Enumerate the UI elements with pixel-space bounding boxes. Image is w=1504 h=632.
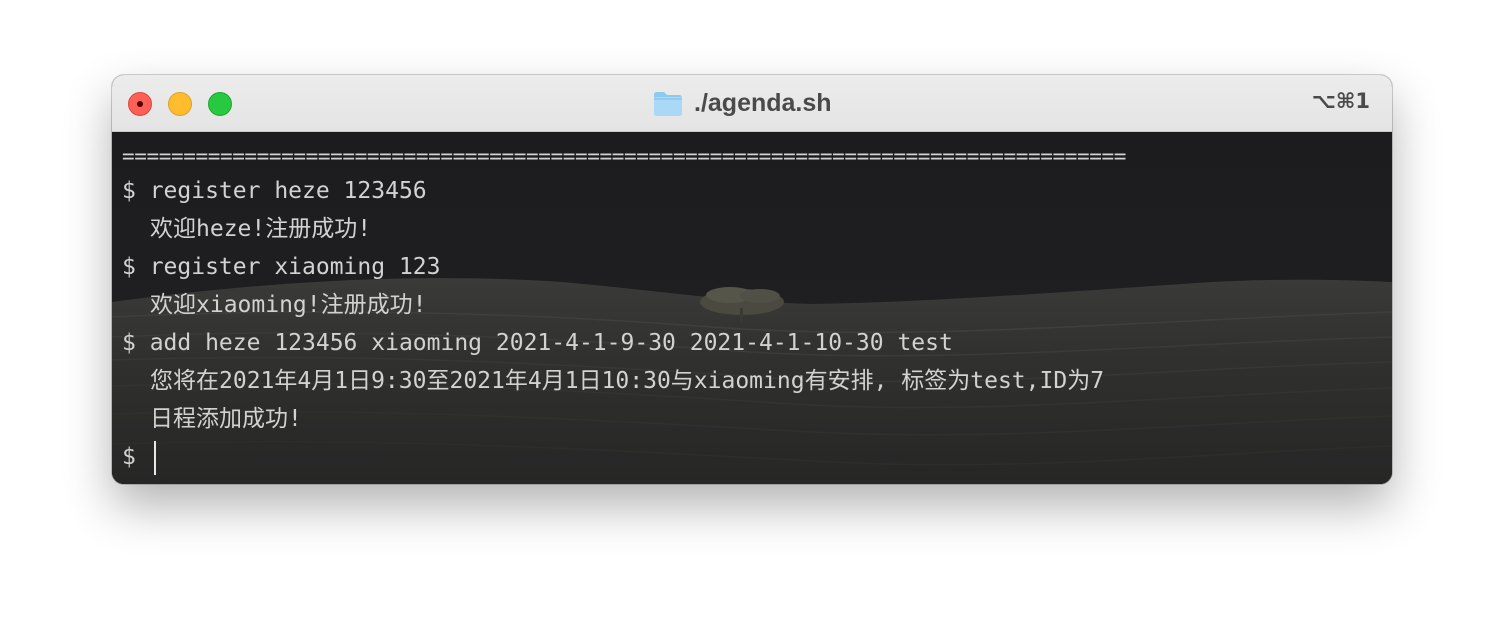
output-line: 您将在2021年4月1日9:30至2021年4月1日10:30与xiaoming… — [150, 368, 1105, 394]
command-line: $ add heze 123456 xiaoming 2021-4-1-9-30… — [122, 330, 953, 356]
window-title-group: ./agenda.sh — [652, 88, 832, 118]
command-line: $ register xiaoming 123 — [122, 254, 441, 280]
window-title: ./agenda.sh — [694, 88, 832, 117]
terminal-output: ========================================… — [122, 140, 1126, 476]
text-cursor — [153, 440, 156, 475]
separator-line: ========================================… — [122, 144, 1126, 168]
output-line: 欢迎heze!注册成功! — [150, 216, 372, 242]
prompt-line[interactable]: $ — [122, 438, 1126, 476]
output-line: 欢迎xiaoming!注册成功! — [150, 292, 427, 318]
zoom-button[interactable] — [208, 92, 232, 116]
terminal-pane[interactable]: ========================================… — [112, 132, 1392, 484]
output-line: 日程添加成功! — [150, 406, 302, 432]
close-button[interactable] — [128, 92, 152, 116]
window-shortcut: ⌥⌘1 — [1311, 89, 1370, 113]
title-bar[interactable]: ./agenda.sh ⌥⌘1 — [112, 75, 1392, 132]
command-line: $ register heze 123456 — [122, 178, 427, 204]
prompt-symbol: $ — [122, 444, 150, 470]
folder-icon — [654, 91, 682, 116]
close-dot-icon — [137, 101, 143, 107]
terminal-window: ./agenda.sh ⌥⌘1 ========================… — [112, 75, 1392, 484]
minimize-button[interactable] — [168, 92, 192, 116]
